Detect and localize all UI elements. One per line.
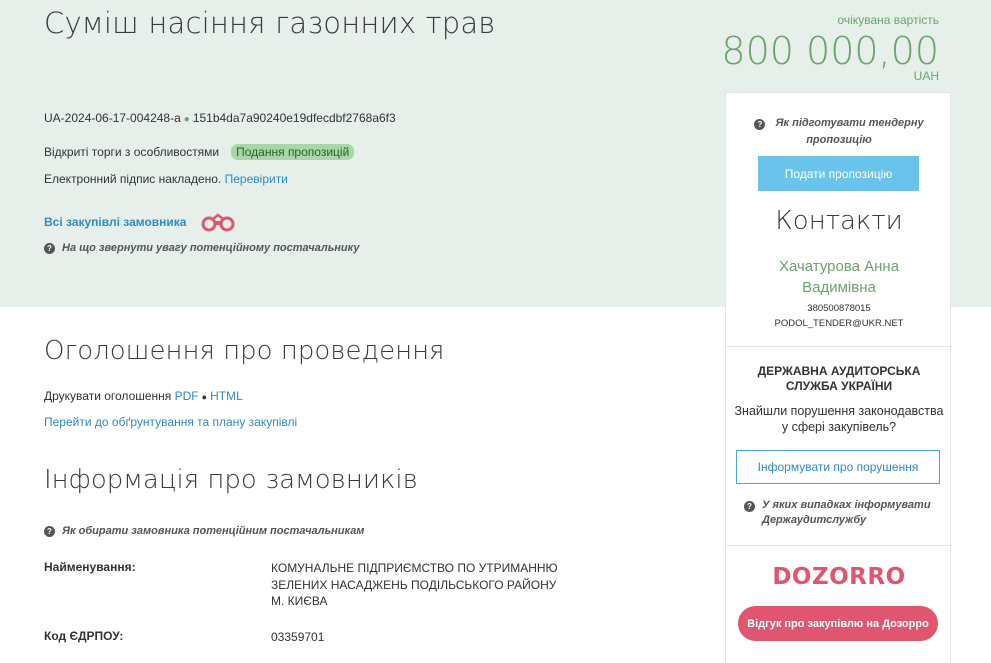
all-purchases-link[interactable]: Всі закупівлі замовника: [44, 215, 186, 229]
help-circle-icon: ?: [44, 242, 55, 254]
customer-edrpou-label: Код ЄДРПОУ:: [44, 629, 124, 643]
tender-hash: 151b4da7a90240e19dfecdbf2768a6f3: [192, 111, 396, 125]
expected-value-label: очікувана вартість: [837, 13, 940, 27]
divider: [726, 346, 952, 347]
procedure-type-line: Відкриті торги з особливостями Подання п…: [44, 144, 355, 160]
help-circle-icon: ?: [44, 525, 55, 537]
all-purchases-row: Всі закупівлі замовника: [44, 211, 237, 233]
print-announcement-line: Друкувати оголошення PDF ● HTML: [44, 389, 243, 403]
audit-hint[interactable]: ? У яких випадках інформувати Держаудитс…: [744, 498, 944, 528]
announcement-title: Оголошення про проведення: [44, 336, 445, 366]
tender-title: Суміш насіння газонних трав: [44, 6, 496, 40]
tender-id: UA-2024-06-17-004248-a: [44, 111, 181, 125]
help-circle-icon: ?: [744, 501, 755, 512]
print-pdf-link[interactable]: PDF: [175, 389, 199, 403]
audit-hint-text: У яких випадках інформувати Держаудитслу…: [762, 499, 931, 526]
dozorro-feedback-button[interactable]: Відгук про закупівлю на Дозорро: [738, 606, 938, 641]
expected-value-currency: UAH: [913, 69, 939, 83]
signature-line: Електронний підпис накладено. Перевірити: [44, 172, 288, 186]
contact-phone: 380500878015: [807, 303, 871, 314]
divider: [726, 545, 952, 546]
procurement-plan-link[interactable]: Перейти до обґрунтування та плану закупі…: [44, 415, 297, 429]
prepare-proposal-hint-text: Як підготувати тендерну пропозицію: [775, 117, 924, 146]
prepare-proposal-hint[interactable]: ? Як підготувати тендерну пропозицію: [726, 115, 952, 149]
status-badge: Подання пропозицій: [231, 144, 355, 160]
help-circle-icon: ?: [754, 119, 766, 130]
contact-email: PODOL_TENDER@UKR.NET: [774, 318, 904, 329]
customer-choice-hint-text: Як обирати замовника потенційним постача…: [62, 525, 365, 537]
contact-name: Хачатурова Анна Вадимівна: [778, 258, 900, 296]
procedure-type: Відкриті торги з особливостями: [44, 145, 220, 159]
customer-name-label: Найменування:: [44, 560, 136, 574]
signature-text: Електронний підпис накладено.: [44, 172, 222, 186]
audit-service-text: Знайшли порушення законодавства у сфері …: [734, 404, 944, 434]
binoculars-icon[interactable]: [199, 211, 237, 233]
print-html-link[interactable]: HTML: [210, 389, 243, 403]
contacts-title: Контакти: [775, 206, 903, 236]
tender-id-line: UA-2024-06-17-004248-a ● 151b4da7a90240e19…: [44, 111, 396, 125]
supplier-hint[interactable]: ? На що звернути увагу потенційному пост…: [44, 242, 359, 254]
customer-name-value: КОМУНАЛЬНЕ ПІДПРИЄМСТВО ПО УТРИМАННЮ ЗЕЛ…: [271, 561, 558, 608]
audit-service-title: ДЕРЖАВНА АУДИТОРСЬКА СЛУЖБА УКРАЇНИ: [757, 364, 921, 393]
dozorro-logo: DOZORRO: [772, 564, 906, 590]
separator-dot-icon: ●: [201, 392, 208, 402]
sidebar-panel: ? Як підготувати тендерну пропозицію Под…: [725, 92, 952, 663]
customer-edrpou-value: 03359701: [271, 630, 325, 644]
customer-info-title: Інформація про замовників: [44, 465, 418, 495]
verify-signature-link[interactable]: Перевірити: [225, 172, 288, 186]
report-violation-button[interactable]: Інформувати про порушення: [736, 450, 940, 484]
expected-value-amount: 800 000,00: [721, 29, 939, 73]
separator-dot-icon: ●: [183, 114, 190, 125]
print-label: Друкувати оголошення: [44, 389, 172, 403]
submit-proposal-button[interactable]: Подати пропозицію: [758, 156, 919, 191]
supplier-hint-text: На що звернути увагу потенційному постач…: [62, 242, 360, 254]
customer-choice-hint[interactable]: ? Як обирати замовника потенційним поста…: [44, 525, 364, 537]
